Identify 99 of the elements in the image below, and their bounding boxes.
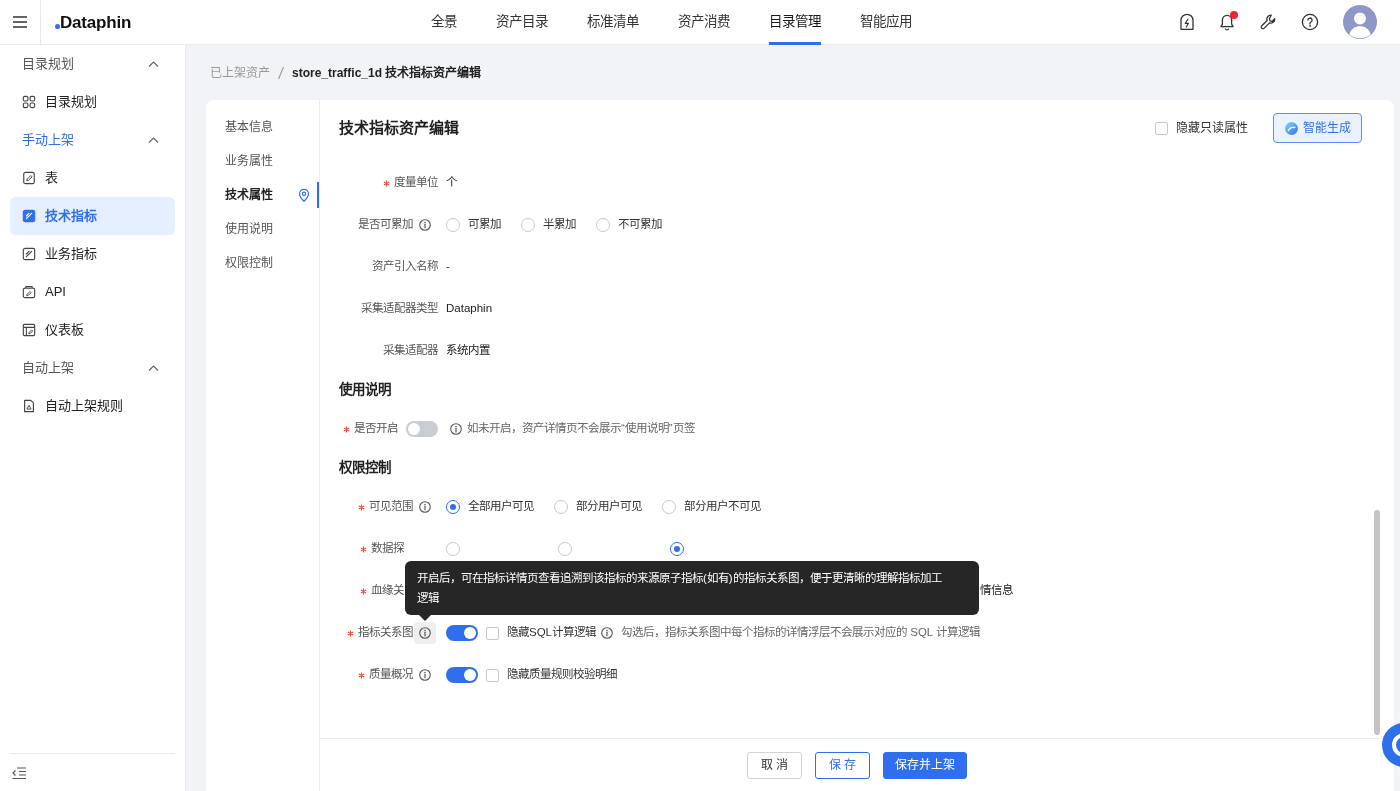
scrollbar-thumb[interactable]: [1374, 510, 1380, 735]
anchor-link[interactable]: 权限控制: [206, 246, 319, 280]
anchor-link[interactable]: 技术属性: [206, 178, 319, 212]
field-label: 是否可累加: [358, 217, 413, 233]
edit-document-icon: [22, 171, 36, 185]
nav-tab[interactable]: 资产消费: [678, 0, 731, 45]
radio-button[interactable]: [670, 542, 684, 556]
toggle-switch[interactable]: [446, 625, 478, 641]
radio-button[interactable]: [446, 218, 460, 232]
field-value: -: [446, 259, 450, 275]
ai-generate-button[interactable]: 智能生成: [1273, 113, 1362, 143]
info-icon[interactable]: [601, 627, 613, 639]
field-label: 是否开启: [354, 421, 398, 437]
sidebar-group[interactable]: 目录规划: [10, 45, 175, 83]
info-icon[interactable]: [419, 669, 431, 681]
radio-button[interactable]: [558, 542, 572, 556]
sidebar-item[interactable]: 技术指标: [10, 197, 175, 235]
radio-label: 半累加: [543, 217, 576, 233]
checkbox-label: 隐藏只读属性: [1176, 120, 1248, 137]
publish-button[interactable]: 保存并上架: [883, 751, 967, 779]
slash-separator-icon: [277, 65, 285, 80]
save-button[interactable]: 保 存: [815, 751, 870, 779]
checkbox-label: 隐藏质量规则校验明细: [507, 667, 617, 683]
radio-label: 可累加: [468, 217, 501, 233]
user-avatar[interactable]: [1343, 5, 1377, 39]
bell-icon[interactable]: [1219, 13, 1235, 31]
field-label: 采集适配器类型: [361, 301, 438, 317]
checkbox-label: 隐藏SQL计算逻辑: [507, 625, 596, 641]
info-icon[interactable]: [419, 219, 431, 231]
radio-button[interactable]: [596, 218, 610, 232]
field-label: 数据探: [371, 541, 404, 557]
app-logo: Dataphin: [60, 13, 132, 31]
cancel-button[interactable]: 取 消: [747, 751, 802, 779]
slash-square-icon: [22, 247, 36, 261]
sidebar-item[interactable]: API: [10, 273, 175, 311]
lightning-icon[interactable]: [1179, 13, 1195, 31]
info-icon[interactable]: [419, 627, 431, 639]
field-label: 可见范围: [369, 499, 413, 515]
field-value: 系统内置: [446, 343, 490, 359]
breadcrumb-current: store_traffic_1d 技术指标资产编辑: [292, 64, 482, 82]
toggle-switch[interactable]: [446, 667, 478, 683]
info-icon[interactable]: [450, 423, 462, 435]
indent-icon[interactable]: [12, 766, 26, 779]
field-label: 质量概况: [369, 667, 413, 683]
sidebar-item[interactable]: 仪表板: [10, 311, 175, 349]
info-button[interactable]: [414, 622, 436, 644]
location-pin-icon: [298, 188, 310, 202]
anchor-link[interactable]: 使用说明: [206, 212, 319, 246]
field-value: Dataphin: [446, 301, 493, 317]
field-label: 资产引入名称: [372, 259, 438, 275]
editor-title: 技术指标资产编辑: [339, 117, 459, 138]
nav-tab[interactable]: 标准清单: [587, 0, 640, 45]
checkbox[interactable]: [486, 626, 499, 640]
slash-square-icon: [22, 209, 36, 223]
anchor-link[interactable]: 业务属性: [206, 144, 319, 178]
radio-button[interactable]: [446, 542, 460, 556]
anchor-link[interactable]: 基本信息: [206, 110, 319, 144]
section-title: 权限控制: [339, 458, 392, 477]
field-label: 采集适配器: [383, 343, 438, 359]
nav-tab[interactable]: 资产目录: [496, 0, 549, 45]
radio-button[interactable]: [662, 500, 676, 514]
document-triangle-icon: [22, 399, 36, 413]
box-pencil-icon: [22, 285, 36, 299]
field-label: 指标关系图: [358, 625, 413, 641]
field-value: 个: [446, 175, 457, 191]
sidebar-item[interactable]: 目录规划: [10, 83, 175, 121]
info-icon[interactable]: [419, 501, 431, 513]
orb-icon: [1284, 121, 1298, 135]
radio-label: 部分用户可见: [576, 499, 642, 515]
sidebar-item[interactable]: 业务指标: [10, 235, 175, 273]
radio-button[interactable]: [554, 500, 568, 514]
sidebar-item[interactable]: 自动上架规则: [10, 387, 175, 425]
panel-pencil-icon: [22, 323, 36, 337]
sidebar-item[interactable]: 表: [10, 159, 175, 197]
radio-button[interactable]: [446, 500, 460, 514]
nav-tab[interactable]: 智能应用: [860, 0, 913, 45]
field-label: 度量单位: [394, 175, 438, 191]
field-value: 情信息: [980, 583, 1013, 599]
help-icon[interactable]: [1301, 13, 1319, 31]
toggle-switch[interactable]: [406, 421, 438, 437]
grid-icon: [22, 95, 36, 109]
sidebar-group[interactable]: 自动上架: [10, 349, 175, 387]
field-label: 血缘关: [371, 583, 404, 599]
logo-dot-icon: [55, 23, 60, 29]
radio-label: 部分用户不可见: [684, 499, 761, 515]
hint-text: 如未开启，资产详情页不会展示“使用说明”页签: [467, 421, 695, 437]
checkbox[interactable]: [1155, 121, 1168, 135]
tooltip: 开启后，可在指标详情页查看追溯到该指标的来源原子指标(如有)的指标关系图，便于更清晰的理解指标加工逻辑: [405, 561, 979, 621]
sidebar-group[interactable]: 手动上架: [10, 121, 175, 159]
hint-text: 勾选后，指标关系图中每个指标的详情浮层不会展示对应的 SQL 计算逻辑: [621, 625, 980, 641]
radio-button[interactable]: [521, 218, 535, 232]
radio-label: 不可累加: [618, 217, 662, 233]
checkbox[interactable]: [486, 668, 499, 682]
wrench-icon[interactable]: [1259, 13, 1277, 31]
section-title: 使用说明: [339, 380, 392, 399]
ring-icon[interactable]: [1382, 723, 1400, 767]
radio-label: 全部用户可见: [468, 499, 534, 515]
nav-tab[interactable]: 全景: [431, 0, 458, 45]
menu-icon[interactable]: [13, 16, 27, 28]
